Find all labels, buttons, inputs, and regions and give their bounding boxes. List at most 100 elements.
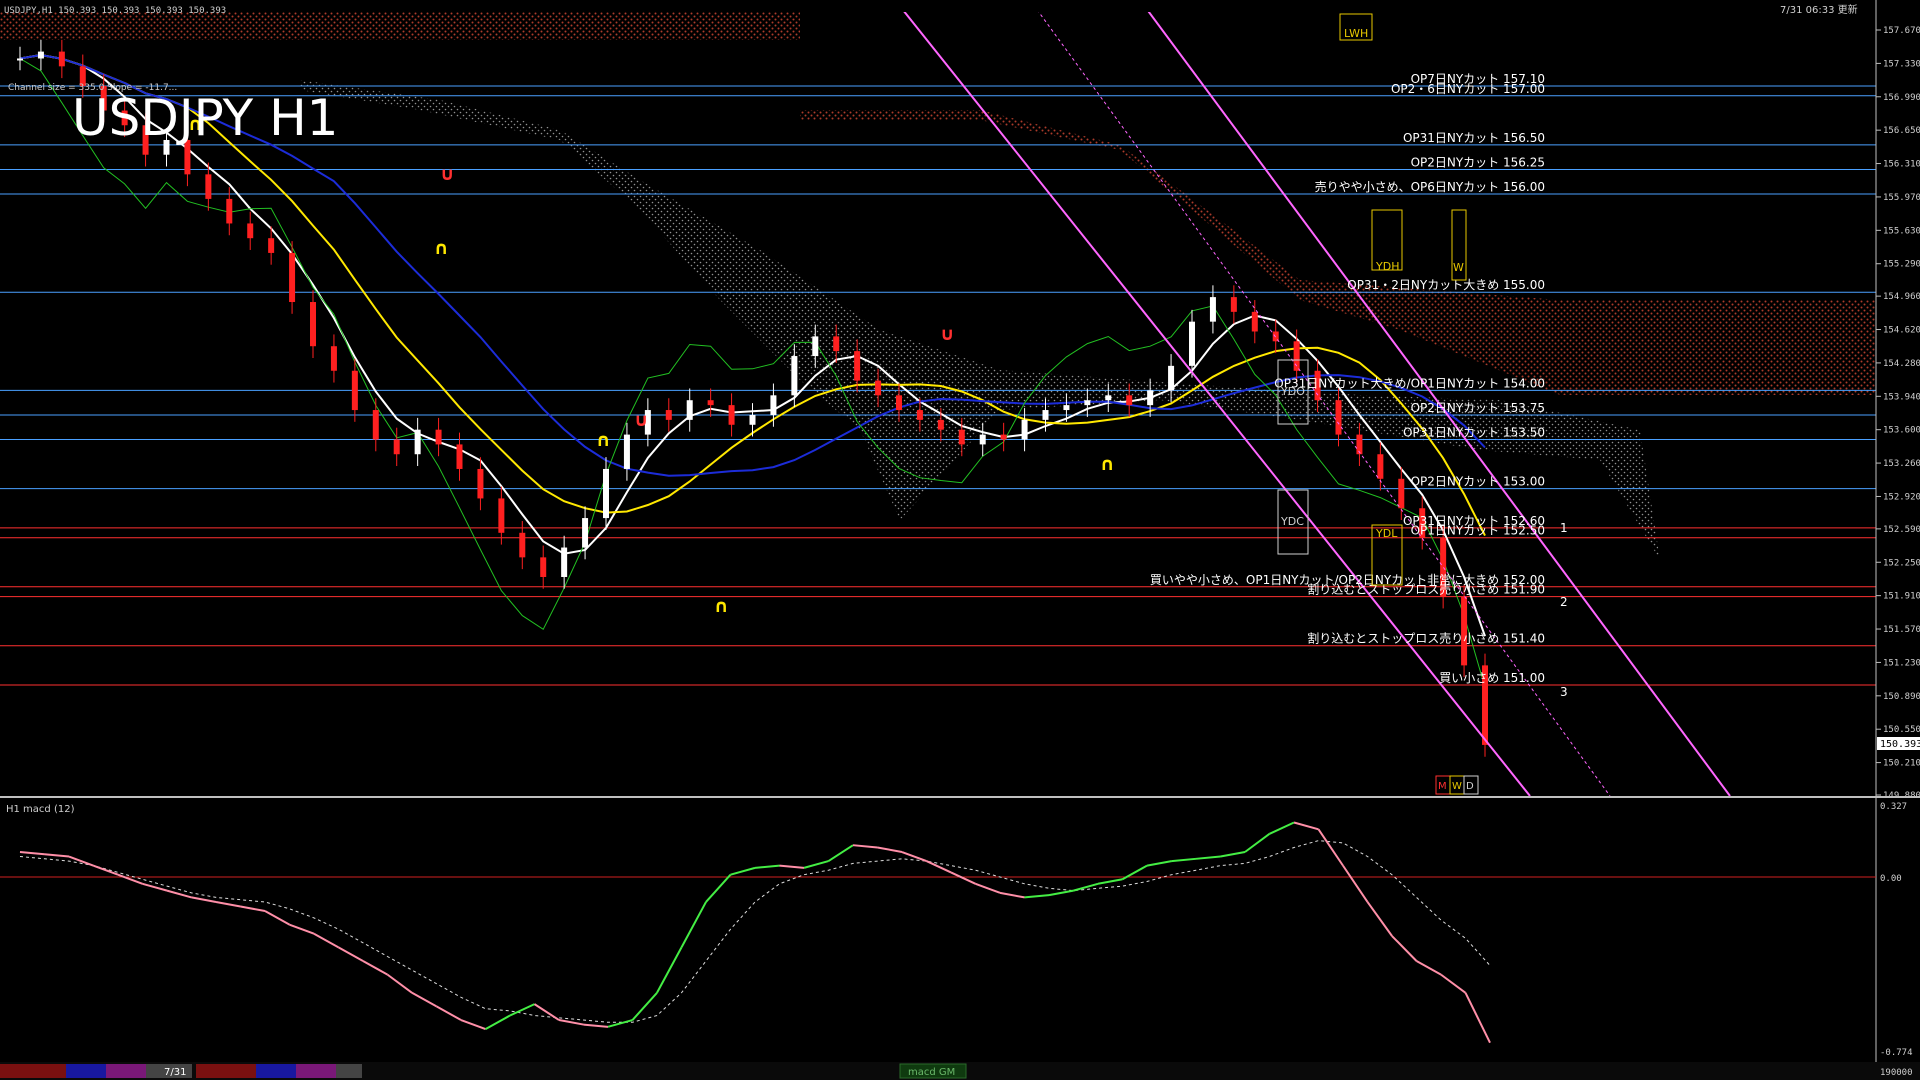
macd-segment — [1293, 821, 1319, 831]
svg-text:∪: ∪ — [440, 164, 455, 185]
candle-body — [749, 414, 756, 425]
macd-segment — [362, 960, 388, 976]
macd-segment — [975, 882, 1001, 894]
price-tick-label: 151.230 — [1883, 658, 1920, 668]
macd-segment — [1171, 857, 1197, 863]
price-tick-label: 155.630 — [1883, 226, 1920, 236]
candle-body — [1189, 321, 1195, 366]
candle-body — [1251, 311, 1258, 332]
macd-segment — [730, 866, 756, 876]
candle-body — [582, 518, 589, 548]
macd-segment — [240, 905, 266, 913]
macd-segment — [950, 871, 976, 885]
macd-segment — [436, 1005, 462, 1021]
macd-segment — [607, 1019, 633, 1028]
macd-segment — [1342, 865, 1369, 903]
candle-body — [603, 468, 609, 519]
candle-body — [1105, 395, 1112, 401]
macd-segment — [338, 946, 364, 962]
price-tick-label: 157.330 — [1883, 59, 1920, 69]
candle-body — [1000, 434, 1007, 440]
main-chart-panel[interactable]: OP7日NYカット 157.10OP2・6日NYカット 157.00OP31日N… — [0, 0, 1876, 796]
price-axis[interactable]: 157.670 157.330 156.990 156.650 156.310 155.9… — [1875, 0, 1920, 1062]
candle-body — [310, 302, 316, 347]
macd-axis: 0.327 0.00 -0.774 — [1880, 802, 1913, 1058]
macd-panel[interactable] — [0, 821, 1876, 1044]
macd-segment — [191, 896, 217, 903]
candle-body — [854, 351, 861, 381]
macd-segment — [117, 873, 143, 885]
candle-body — [1335, 400, 1342, 435]
candle-body — [435, 429, 442, 445]
candle-body — [17, 58, 23, 61]
macd-segment — [1416, 960, 1442, 976]
fib-label-2: 2 — [1560, 595, 1568, 609]
candle-body — [351, 370, 358, 411]
price-tick-label: 150.210 — [1883, 759, 1920, 769]
macd-segment — [1048, 889, 1074, 897]
price-tick-label: 151.570 — [1883, 625, 1920, 635]
macd-segment — [877, 846, 903, 853]
svg-text:0.00: 0.00 — [1880, 874, 1902, 884]
price-tick-label: 155.290 — [1883, 260, 1920, 270]
candle-body — [372, 410, 379, 440]
svg-text:M: M — [1438, 781, 1447, 792]
price-tick-label: 152.250 — [1883, 558, 1920, 568]
macd-segment — [583, 1023, 609, 1028]
macd-segment — [1097, 878, 1123, 885]
price-tick-label: 154.960 — [1883, 292, 1920, 302]
macd-segment — [44, 853, 70, 858]
candle-body — [937, 419, 944, 430]
level-label: 売りやや小さめ、OP6日NYカット 156.00 — [1315, 179, 1545, 194]
svg-text:D: D — [1466, 781, 1474, 792]
channel-info: Channel size = 335.0 Slope = -11.7... — [8, 83, 177, 93]
level-label: OP2日NYカット 153.75 — [1411, 401, 1545, 415]
price-tick-label: 156.990 — [1883, 93, 1920, 103]
update-timestamp: 7/31 06:33 更新 — [1780, 3, 1858, 16]
macd-segment — [827, 844, 854, 862]
macd-segment — [631, 992, 658, 1021]
candle-body — [979, 434, 986, 445]
fib-label-3: 3 — [1560, 685, 1568, 699]
macd-segment — [705, 874, 732, 903]
price-tick-label: 154.620 — [1883, 326, 1920, 336]
candle-body — [561, 547, 568, 577]
svg-text:∪: ∪ — [634, 410, 649, 431]
svg-text:∩: ∩ — [596, 430, 611, 451]
macd-segment — [411, 991, 437, 1008]
price-tick-label: 155.970 — [1883, 193, 1920, 203]
candle-body — [875, 380, 882, 396]
candle-body — [1230, 297, 1237, 312]
price-tick-label: 156.310 — [1883, 160, 1920, 170]
macd-segment — [680, 901, 707, 948]
macd-segment — [1024, 894, 1050, 899]
candle-body — [37, 51, 44, 59]
candle-body — [728, 405, 735, 425]
level-label: 割り込むとストップロス売り小さめ 151.90 — [1307, 582, 1545, 597]
price-tick-label: 152.920 — [1883, 492, 1920, 502]
macd-segment — [926, 860, 952, 874]
symbol-watermark: USDJPY H1 — [72, 89, 338, 147]
bottom-strip[interactable]: 7/31 macd GM 190000 — [0, 1062, 1920, 1080]
svg-text:YDH: YDH — [1375, 260, 1399, 273]
macd-segment — [1244, 833, 1271, 853]
level-label: OP2・6日NYカット 157.00 — [1391, 82, 1545, 96]
level-label: OP31日NYカット大きめ/OP1日NYカット 154.00 — [1274, 376, 1545, 390]
candle-body — [414, 429, 421, 455]
svg-text:LWH: LWH — [1344, 27, 1368, 40]
candle-body — [1084, 400, 1091, 406]
macd-segment — [1073, 882, 1099, 892]
candle-body — [770, 395, 777, 415]
candle-body — [791, 356, 798, 396]
macd-segment — [1146, 860, 1172, 867]
candle-body — [268, 238, 275, 253]
macd-segment — [93, 864, 119, 876]
candle-body — [498, 498, 505, 533]
candle-body — [1377, 454, 1384, 479]
macd-segment — [1391, 935, 1418, 962]
price-tick-label: 151.910 — [1883, 592, 1920, 602]
price-tick-label: 153.940 — [1883, 392, 1920, 402]
level-label: OP1日NYカット 152.50 — [1411, 524, 1545, 538]
candle-body — [833, 336, 840, 352]
fib-label-1: 1 — [1560, 521, 1568, 535]
